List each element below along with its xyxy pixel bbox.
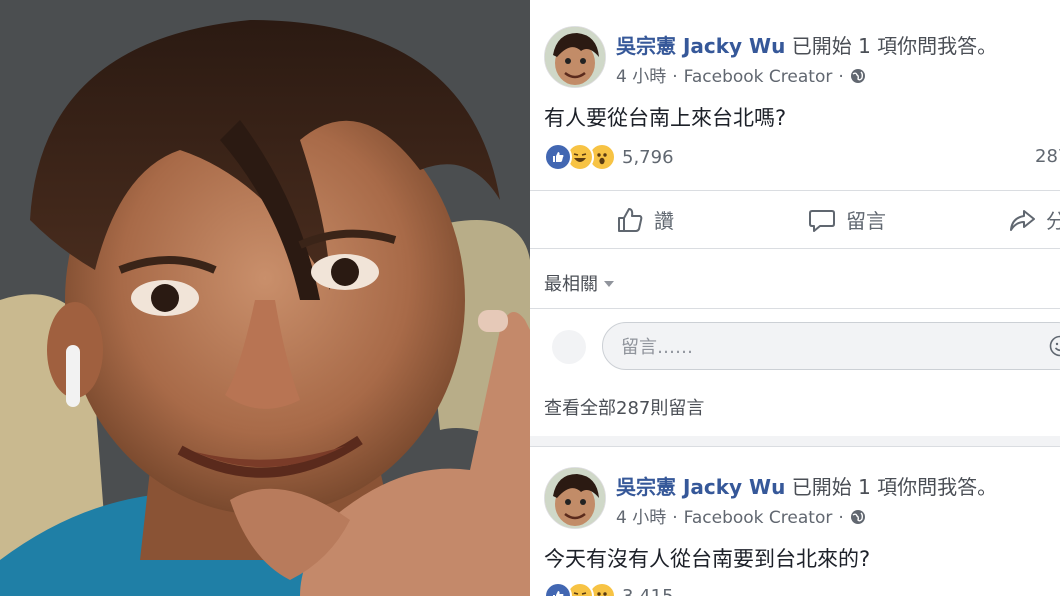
sort-label: 最相關 bbox=[544, 274, 598, 295]
view-all-comments-link[interactable]: 查看全部287則留言 bbox=[544, 394, 704, 420]
comment-icon bbox=[809, 209, 835, 232]
comment-button[interactable]: 留言 bbox=[808, 205, 886, 234]
reactions-summary[interactable]: 3,415 bbox=[544, 582, 674, 596]
author-avatar[interactable] bbox=[544, 467, 606, 529]
share-button[interactable]: 分 bbox=[1008, 205, 1060, 234]
comment-box bbox=[602, 322, 1060, 370]
reaction-count: 5,796 bbox=[622, 146, 674, 168]
post-source[interactable]: Facebook Creator bbox=[684, 67, 833, 87]
post-timestamp[interactable]: 4 小時 bbox=[616, 508, 666, 528]
author-avatar[interactable] bbox=[544, 26, 606, 88]
globe-icon bbox=[850, 69, 865, 83]
post-header: 吳宗憲 Jacky Wu 已開始 1 項你問我答。 bbox=[616, 30, 997, 59]
like-label: 讚 bbox=[654, 209, 674, 233]
divider bbox=[530, 248, 1060, 249]
post-meta: 4 小時 · Facebook Creator · bbox=[616, 62, 866, 87]
post-timestamp[interactable]: 4 小時 bbox=[616, 67, 666, 87]
post-text: 有人要從台南上來台北嗎? bbox=[544, 106, 787, 130]
post-card: 吳宗憲 Jacky Wu 已開始 1 項你問我答。 4 小時 · Facebook … bbox=[530, 447, 1060, 596]
facebook-feed: 吳宗憲 Jacky Wu 已開始 1 項你問我答。 4 小時 · Facebook … bbox=[530, 0, 1060, 596]
reaction-count: 3,415 bbox=[622, 585, 674, 596]
post-separator bbox=[530, 436, 1060, 446]
thumbs-up-icon bbox=[618, 207, 643, 232]
like-icon bbox=[544, 143, 572, 171]
selfie-photo bbox=[0, 0, 530, 596]
comment-label: 留言 bbox=[846, 209, 886, 233]
post-action-text: 已開始 1 項你問我答。 bbox=[791, 34, 998, 58]
author-name-link[interactable]: 吳宗憲 Jacky Wu bbox=[616, 34, 785, 58]
emoji-icon[interactable] bbox=[1049, 335, 1060, 357]
divider bbox=[530, 190, 1060, 191]
post-text: 今天有沒有人從台南要到台北來的? bbox=[544, 547, 871, 571]
comment-input[interactable] bbox=[619, 333, 1023, 361]
share-icon bbox=[1010, 209, 1035, 231]
post-action-text: 已開始 1 項你問我答。 bbox=[791, 475, 998, 499]
post-source[interactable]: Facebook Creator bbox=[684, 508, 833, 528]
viewer-avatar bbox=[552, 330, 586, 364]
comment-sort-dropdown[interactable]: 最相關 bbox=[544, 270, 614, 296]
share-label: 分 bbox=[1046, 209, 1060, 233]
post-meta: 4 小時 · Facebook Creator · bbox=[616, 503, 866, 528]
globe-icon bbox=[850, 510, 865, 524]
like-button[interactable]: 讚 bbox=[616, 205, 674, 234]
reactions-summary[interactable]: 5,796 bbox=[544, 143, 674, 171]
author-name-link[interactable]: 吳宗憲 Jacky Wu bbox=[616, 475, 785, 499]
post-card: 吳宗憲 Jacky Wu 已開始 1 項你問我答。 4 小時 · Facebook … bbox=[530, 0, 1060, 430]
post-header: 吳宗憲 Jacky Wu 已開始 1 項你問我答。 bbox=[616, 471, 997, 500]
divider bbox=[530, 308, 1060, 309]
comment-count[interactable]: 287 bbox=[1035, 146, 1060, 167]
like-icon bbox=[544, 582, 572, 596]
caret-down-icon bbox=[604, 281, 614, 287]
